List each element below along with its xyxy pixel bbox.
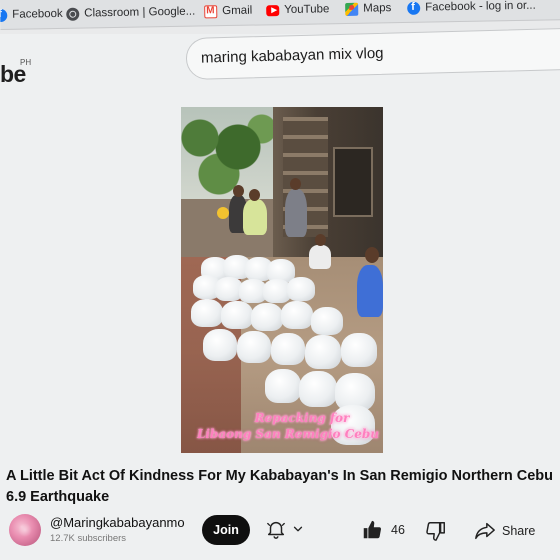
globe-icon (66, 7, 80, 21)
video-person-head (233, 185, 244, 197)
video-bag (237, 331, 271, 363)
video-bag (281, 301, 313, 329)
video-bag (341, 333, 377, 367)
video-person (243, 199, 267, 235)
bookmark-maps[interactable]: Maps (345, 0, 391, 18)
video-frame-window (333, 147, 373, 217)
bookmark-gmail[interactable]: Gmail (204, 2, 252, 21)
facebook-icon (407, 1, 421, 15)
video-bag (251, 303, 283, 331)
bookmark-label: Classroom | Google... (84, 5, 196, 20)
video-bag (271, 333, 305, 365)
bookmark-label: Maps (363, 2, 392, 15)
bookmark-facebook-login[interactable]: Facebook - log in or... (407, 0, 536, 17)
logo-region-label: PH (20, 58, 32, 67)
chevron-down-icon[interactable] (291, 522, 305, 536)
channel-name[interactable]: @Maringkababayanmo (50, 515, 185, 530)
like-count: 46 (391, 523, 405, 537)
video-bag (287, 277, 315, 301)
bookmark-label: Facebook - log in or... (425, 0, 536, 14)
video-bag (191, 299, 223, 327)
bookmark-youtube[interactable]: YouTube (266, 0, 330, 19)
gmail-icon (204, 4, 218, 18)
bell-icon[interactable] (265, 518, 287, 540)
video-child-head (315, 234, 326, 246)
video-child (309, 245, 331, 269)
video-caption-line1: Repacking for (254, 411, 350, 425)
video-yellow-ball (217, 207, 229, 219)
video-person-head (365, 247, 379, 263)
video-bag (265, 369, 301, 403)
video-caption-line2: Libaong San Remigio Cebu (196, 427, 380, 441)
video-bag (311, 307, 343, 335)
maps-icon (345, 2, 359, 16)
video-person-head (290, 178, 301, 190)
bookmark-facebook[interactable]: Facebook (0, 5, 63, 24)
video-bag (305, 335, 341, 369)
share-icon (475, 522, 495, 540)
search-input[interactable]: maring kababayan mix vlog (201, 45, 384, 67)
avatar[interactable] (9, 514, 41, 546)
video-person-head (249, 189, 260, 201)
video-title: A Little Bit Act Of Kindness For My Kaba… (6, 468, 553, 505)
join-button[interactable]: Join (202, 515, 250, 545)
thumbs-up-icon (363, 520, 382, 539)
bookmark-label: YouTube (284, 3, 330, 17)
bookmark-label: Facebook (12, 7, 63, 21)
video-person (357, 265, 383, 317)
video-player[interactable]: Repacking for Libaong San Remigio Cebu (181, 107, 383, 453)
video-frame-trees (181, 111, 276, 201)
facebook-icon (0, 8, 8, 22)
bookmark-classroom[interactable]: Classroom | Google... (66, 3, 195, 23)
video-bag (299, 371, 337, 407)
youtube-icon (266, 4, 280, 16)
subscriber-count: 12.7K subscribers (50, 533, 127, 544)
video-person (285, 189, 307, 237)
video-bag (221, 301, 253, 329)
bookmarks-bar: Facebook Classroom | Google... Gmail You… (0, 0, 560, 30)
bookmark-label: Gmail (222, 4, 253, 18)
like-button[interactable]: 46 (361, 518, 405, 542)
video-bag (203, 329, 237, 361)
share-button[interactable]: Share (474, 518, 535, 544)
share-label: Share (502, 524, 536, 538)
thumbs-down-icon[interactable] (425, 520, 447, 542)
